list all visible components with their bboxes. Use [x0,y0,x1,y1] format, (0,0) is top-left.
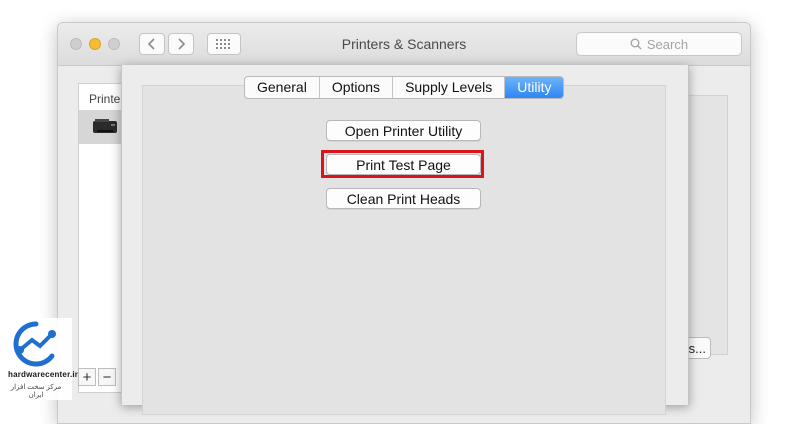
open-printer-utility-button[interactable]: Open Printer Utility [326,120,481,141]
search-field[interactable]: Search [576,32,742,56]
tab-utility[interactable]: Utility [505,77,564,98]
tab-supply-levels[interactable]: Supply Levels [393,77,506,98]
remove-printer-button[interactable]: − [98,368,116,386]
brand-logo-icon [13,321,56,367]
printer-options-sheet [121,65,689,415]
watermark-brand: hardwarecenter.ir [8,370,79,379]
printer-icon [93,119,117,133]
tab-general[interactable]: General [245,77,320,98]
search-icon [630,38,642,50]
watermark: hardwarecenter.ir مرکز سخت افزار ایران [0,318,78,400]
title-bar: Printers & Scanners Search [58,23,750,66]
printer-list-header: Printer [89,92,125,106]
options-tab-bar: General Options Supply Levels Utility [244,76,565,99]
clean-print-heads-button[interactable]: Clean Print Heads [326,188,481,209]
add-printer-button[interactable]: + [78,368,96,386]
tab-options[interactable]: Options [320,77,394,98]
watermark-tagline: مرکز سخت افزار ایران [10,384,62,399]
highlight-annotation [321,150,484,178]
search-placeholder: Search [646,36,689,52]
